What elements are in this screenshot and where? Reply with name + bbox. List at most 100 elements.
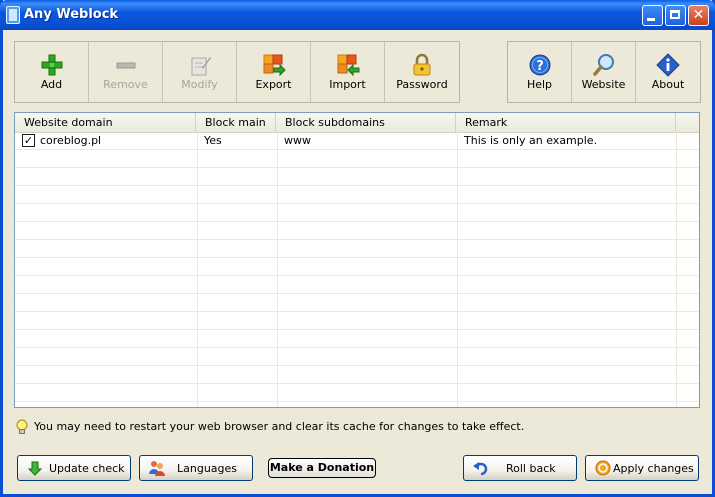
- empty-cell: [458, 366, 677, 383]
- empty-cell: [278, 168, 458, 185]
- domain-text: coreblog.pl: [40, 134, 102, 147]
- maximize-button[interactable]: [665, 5, 686, 26]
- cell-block-subdomains: www: [278, 132, 458, 149]
- about-label: About: [651, 78, 685, 91]
- row-checkbox[interactable]: ✓: [22, 134, 35, 147]
- empty-row[interactable]: [15, 312, 699, 330]
- donate-button[interactable]: Make a Donation: [268, 458, 376, 478]
- empty-row[interactable]: [15, 204, 699, 222]
- empty-cell: [278, 294, 458, 311]
- add-label: Add: [40, 78, 63, 91]
- column-header-remark[interactable]: Remark: [456, 113, 676, 132]
- empty-row[interactable]: [15, 294, 699, 312]
- empty-cell: [15, 402, 198, 407]
- password-button[interactable]: Password: [385, 42, 459, 102]
- empty-cell: [198, 186, 278, 203]
- empty-cell: [15, 348, 198, 365]
- minimize-button[interactable]: [642, 5, 663, 26]
- cell-domain: ✓ coreblog.pl: [15, 132, 198, 149]
- empty-cell: [458, 312, 677, 329]
- empty-cell: [15, 312, 198, 329]
- empty-cell: [198, 240, 278, 257]
- empty-row[interactable]: [15, 276, 699, 294]
- empty-cell: [278, 258, 458, 275]
- empty-cell: [458, 348, 677, 365]
- about-button[interactable]: About: [636, 42, 700, 102]
- column-header-block-subdomains[interactable]: Block subdomains: [276, 113, 456, 132]
- close-icon: ✕: [692, 7, 705, 23]
- empty-cell: [278, 186, 458, 203]
- empty-cell: [458, 384, 677, 401]
- empty-row[interactable]: [15, 348, 699, 366]
- empty-cell: [458, 150, 677, 167]
- empty-cell: [15, 186, 198, 203]
- empty-row[interactable]: [15, 168, 699, 186]
- empty-cell: [458, 294, 677, 311]
- modify-label: Modify: [181, 78, 218, 91]
- website-list[interactable]: Website domain Block main Block subdomai…: [14, 112, 700, 408]
- empty-cell: [198, 258, 278, 275]
- empty-cell: [198, 312, 278, 329]
- lock-icon: [413, 53, 431, 76]
- website-button[interactable]: Website: [572, 42, 636, 102]
- empty-row[interactable]: [15, 222, 699, 240]
- toolbar-info: ? Help Website About: [507, 41, 701, 103]
- toolbar-main: Add Remove Modify Export Import Password: [14, 41, 460, 103]
- empty-cell: [458, 258, 677, 275]
- empty-cell: [278, 222, 458, 239]
- column-header-block-main[interactable]: Block main: [196, 113, 276, 132]
- empty-cell: [278, 330, 458, 347]
- empty-cell: [458, 276, 677, 293]
- column-header-website-domain[interactable]: Website domain: [15, 113, 196, 132]
- apply-changes-button[interactable]: Apply changes: [585, 455, 699, 481]
- modify-button[interactable]: Modify: [163, 42, 237, 102]
- empty-row[interactable]: [15, 150, 699, 168]
- help-button[interactable]: ? Help: [508, 42, 572, 102]
- empty-cell: [198, 330, 278, 347]
- empty-cell: [278, 276, 458, 293]
- empty-row[interactable]: [15, 402, 699, 407]
- roll-back-button[interactable]: Roll back: [463, 455, 577, 481]
- empty-cell: [15, 150, 198, 167]
- empty-cell: [458, 168, 677, 185]
- add-button[interactable]: Add: [15, 42, 89, 102]
- empty-cell: [458, 402, 677, 407]
- languages-button[interactable]: Languages: [139, 455, 253, 481]
- languages-label: Languages: [177, 462, 238, 475]
- empty-row[interactable]: [15, 240, 699, 258]
- empty-row[interactable]: [15, 366, 699, 384]
- list-row[interactable]: ✓ coreblog.pl Yes www This is only an ex…: [15, 132, 699, 150]
- empty-cell: [198, 150, 278, 167]
- apply-changes-label: Apply changes: [613, 462, 694, 475]
- add-icon: [41, 54, 62, 76]
- empty-cell: [198, 204, 278, 221]
- empty-cell: [278, 240, 458, 257]
- empty-cell: [278, 204, 458, 221]
- empty-cell: [458, 186, 677, 203]
- cell-block-main: Yes: [198, 132, 278, 149]
- export-icon: [263, 54, 286, 77]
- empty-cell: [198, 402, 278, 407]
- cell-remark: This is only an example.: [458, 132, 677, 149]
- info-icon: [656, 53, 680, 77]
- export-button[interactable]: Export: [237, 42, 311, 102]
- empty-cell: [458, 222, 677, 239]
- empty-row[interactable]: [15, 186, 699, 204]
- empty-cell: [15, 240, 198, 257]
- minimize-icon: [647, 18, 655, 21]
- import-button[interactable]: Import: [311, 42, 385, 102]
- close-button[interactable]: ✕: [688, 5, 709, 26]
- empty-row[interactable]: [15, 330, 699, 348]
- remove-button[interactable]: Remove: [89, 42, 163, 102]
- empty-row[interactable]: [15, 384, 699, 402]
- empty-cell: [458, 330, 677, 347]
- update-check-button[interactable]: Update check: [17, 455, 131, 481]
- import-label: Import: [329, 78, 366, 91]
- export-label: Export: [255, 78, 292, 91]
- modify-icon: [191, 57, 211, 76]
- empty-cell: [278, 402, 458, 407]
- empty-row[interactable]: [15, 258, 699, 276]
- empty-cell: [198, 366, 278, 383]
- title-bar[interactable]: Any Weblock ✕: [0, 0, 715, 30]
- empty-cell: [15, 204, 198, 221]
